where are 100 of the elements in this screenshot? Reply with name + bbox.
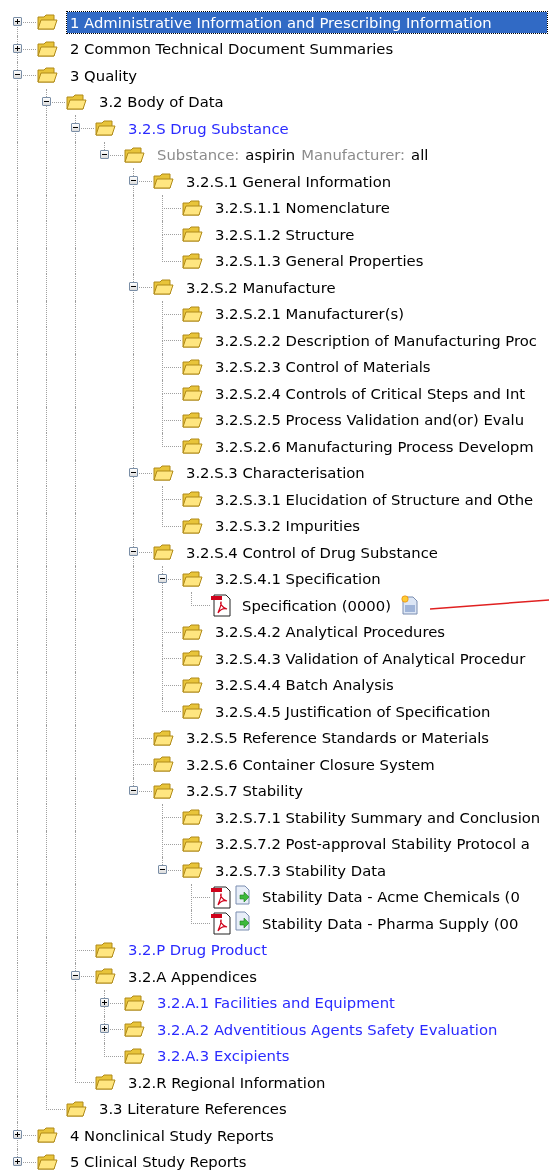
filter-label: Substance: [157, 146, 240, 164]
tree-item[interactable]: 3.2.S.2.5 Process Validation and(or) Evalu [212, 409, 528, 431]
collapse-button[interactable] [158, 865, 167, 874]
folder-icon [181, 356, 203, 377]
folder-icon [94, 1072, 116, 1093]
collapse-button[interactable] [129, 282, 138, 291]
tree-line [191, 592, 210, 606]
tree-item[interactable]: 3.2.S.7.3 Stability Data [212, 859, 390, 881]
collapse-button[interactable] [100, 149, 109, 159]
tree-item[interactable]: 3.2.P Drug Product [125, 939, 270, 961]
tree-item[interactable]: 2 Common Technical Document Summaries [67, 38, 397, 60]
folder-icon [94, 939, 116, 960]
tree-item[interactable]: 3.2.S.4.4 Batch Analysis [212, 674, 397, 696]
filter-value: aspirin [245, 146, 296, 164]
folder-icon [181, 409, 203, 430]
collapse-button[interactable] [129, 467, 138, 477]
tree-item[interactable]: 3.2 Body of Data [96, 91, 227, 113]
tree-item[interactable]: 1 Administrative Information and Prescribing Information [67, 11, 547, 33]
expand-button[interactable] [100, 1024, 109, 1033]
tree-item[interactable]: 3.2.A.2 Adventitious Agents Safety Evaluation [154, 1018, 501, 1040]
folder-icon [181, 303, 203, 324]
tree-item[interactable]: Substance: aspirin Manufacturer: all [154, 145, 432, 165]
pdf-file-icon [210, 593, 232, 618]
folder-icon [123, 1019, 145, 1040]
tree-item[interactable]: 3.2.S.1.1 Nomenclature [212, 197, 393, 219]
document-item[interactable]: Stability Data - Pharma Supply (00 [259, 912, 522, 934]
folder-icon [152, 754, 174, 775]
tree-item[interactable]: 3.2.S.1 General Information [183, 170, 395, 192]
tree-item[interactable]: 3.2.A.1 Facilities and Equipment [154, 992, 398, 1014]
tree-item[interactable]: 3 Quality [67, 64, 140, 86]
collapse-button[interactable] [42, 96, 51, 106]
folder-icon [181, 436, 203, 457]
collapse-button[interactable] [129, 176, 138, 185]
tree-item[interactable]: 3.2.S.2.2 Description of Manufacturing Proc [212, 329, 540, 351]
tree-item[interactable]: 3.2.S.7 Stability [183, 780, 306, 802]
folder-icon [36, 1151, 58, 1172]
folder-icon [181, 489, 203, 510]
tree-item[interactable]: 3.3 Literature References [96, 1098, 290, 1120]
folder-icon [152, 277, 174, 298]
tree-item[interactable]: 3.2.S.2 Manufacture [183, 276, 339, 298]
folder-icon [65, 1098, 87, 1119]
expand-button[interactable] [13, 1130, 22, 1139]
tree-item[interactable]: 3.2.S.3.1 Elucidation of Structure and Othe [212, 488, 537, 510]
tree-item[interactable]: 3.2.S.4 Control of Drug Substance [183, 541, 441, 563]
tree-item[interactable]: 3.2.S.6 Container Closure System [183, 753, 438, 775]
expand-button[interactable] [13, 17, 22, 26]
expand-button[interactable] [13, 1156, 22, 1166]
tree-item[interactable]: 4 Nonclinical Study Reports [67, 1124, 277, 1146]
document-item[interactable]: Stability Data - Acme Chemicals (0 [259, 886, 523, 908]
tree-item[interactable]: 3.2.S.2.3 Control of Materials [212, 356, 434, 378]
folder-icon [181, 621, 203, 642]
folder-icon [94, 118, 116, 139]
expand-button[interactable] [100, 997, 109, 1007]
document-item[interactable]: Specification (0000) [239, 594, 394, 616]
collapse-button[interactable] [71, 123, 80, 132]
tree-item[interactable]: 3.2.S.2.1 Manufacturer(s) [212, 303, 407, 325]
folder-icon [181, 648, 203, 669]
folder-icon [181, 701, 203, 722]
folder-icon [36, 65, 58, 86]
filter-value: all [411, 146, 429, 164]
expand-button[interactable] [13, 43, 22, 53]
tree-item[interactable]: 3.2.S.4.5 Justification of Specification [212, 700, 494, 722]
tree-item[interactable]: 3.2.A Appendices [125, 965, 260, 987]
folder-icon [36, 1125, 58, 1146]
tree-item[interactable]: 3.2.S.2.4 Controls of Critical Steps and Int [212, 382, 529, 404]
folder-icon [36, 12, 58, 33]
folder-icon [181, 674, 203, 695]
folder-icon [94, 966, 116, 987]
tree-item[interactable]: 3.2.S.3 Characterisation [183, 462, 368, 484]
folder-icon [152, 727, 174, 748]
tree-item[interactable]: 3.2.S.4.1 Specification [212, 568, 384, 590]
tree-item[interactable]: 3.2.A.3 Excipients [154, 1045, 293, 1067]
tree-item[interactable]: 3.2.S.4.3 Validation of Analytical Procedur [212, 647, 529, 669]
folder-icon [152, 171, 174, 192]
tree-item[interactable]: 3.2.S.7.1 Stability Summary and Conclusion [212, 806, 544, 828]
tree-item[interactable]: 3.2.S.4.2 Analytical Procedures [212, 621, 448, 643]
tree-item[interactable]: 5 Clinical Study Reports [67, 1151, 250, 1173]
folder-icon [123, 992, 145, 1013]
folder-icon [36, 38, 58, 59]
tree-item[interactable]: 3.2.S Drug Substance [125, 117, 292, 139]
tree-item[interactable]: 3.2.R Regional Information [125, 1071, 329, 1093]
folder-icon [181, 515, 203, 536]
tree-item[interactable]: 3.2.S.2.6 Manufacturing Process Developm [212, 435, 537, 457]
collapse-button[interactable] [13, 70, 22, 79]
folder-icon [181, 807, 203, 828]
folder-icon [152, 462, 174, 483]
folder-icon [181, 197, 203, 218]
collapse-button[interactable] [71, 971, 80, 980]
collapse-button[interactable] [129, 547, 138, 556]
collapse-button[interactable] [129, 785, 138, 795]
tree-item[interactable]: 3.2.S.1.3 General Properties [212, 250, 427, 272]
folder-icon [123, 1045, 145, 1066]
tree-item[interactable]: 3.2.S.1.2 Structure [212, 223, 358, 245]
tree-item[interactable]: 3.2.S.5 Reference Standards or Materials [183, 727, 493, 749]
tree-item[interactable]: 3.2.S.7.2 Post-approval Stability Protocol a [212, 833, 533, 855]
folder-icon [181, 224, 203, 245]
tree-item[interactable]: 3.2.S.3.2 Impurities [212, 515, 364, 537]
folder-icon [181, 568, 203, 589]
folder-icon [152, 542, 174, 563]
collapse-button[interactable] [158, 573, 167, 583]
